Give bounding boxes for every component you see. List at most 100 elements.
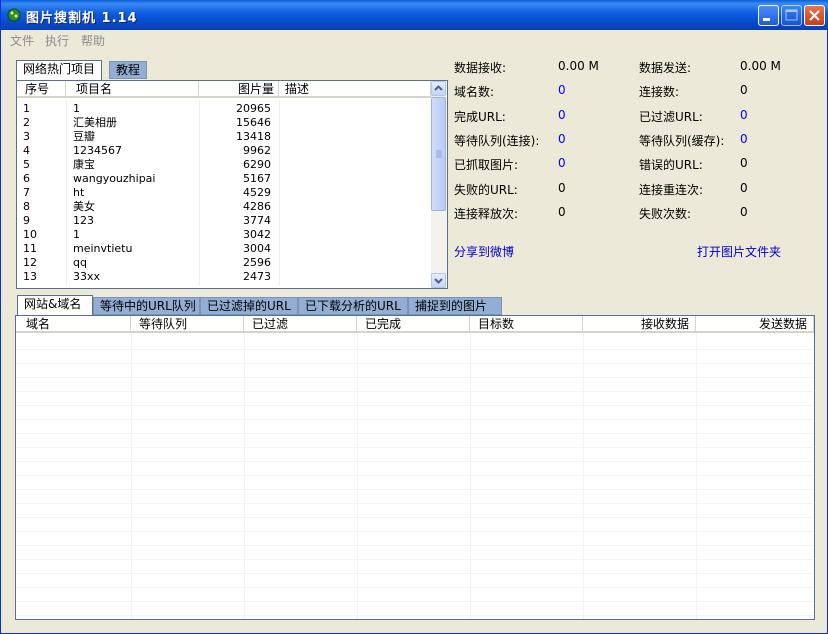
domains-table: 域名 等待队列 已过滤 已完成 目标数 接收数据 发送数据	[15, 315, 815, 620]
project-row[interactable]: 9 123 3774	[17, 214, 431, 228]
project-cell-desc	[285, 158, 425, 172]
project-row[interactable]: 4 1234567 9962	[17, 144, 431, 158]
list-column-divider	[66, 100, 67, 286]
tab-filtered-urls[interactable]: 已过滤掉的URL	[200, 297, 298, 315]
stat-value: 0	[740, 83, 748, 97]
grid-row-line	[16, 433, 814, 434]
tab-hot-projects[interactable]: 网络热门项目	[16, 60, 103, 80]
col-header-target[interactable]: 目标数	[470, 316, 583, 333]
col-header-sent[interactable]: 发送数据	[696, 316, 814, 333]
project-row[interactable]: 1 1 20965	[17, 102, 431, 116]
project-cell-id: 6	[23, 172, 30, 185]
stat-label: 等待队列(连接):	[454, 134, 540, 148]
project-row[interactable]: 3 豆瓣 13418	[17, 130, 431, 144]
grid-column-line	[470, 316, 471, 619]
project-cell-id: 11	[23, 242, 37, 255]
stat-label: 连接释放次:	[454, 207, 519, 221]
grid-row-line	[16, 461, 814, 462]
maximize-icon	[785, 9, 798, 21]
col-header-name[interactable]: 项目名	[66, 81, 199, 98]
menu-help[interactable]: 帮助	[81, 32, 105, 49]
grid-row-line	[16, 377, 814, 378]
project-row[interactable]: 10 1 3042	[17, 228, 431, 242]
project-cell-name: 1234567	[73, 144, 122, 157]
project-cell-name: 123	[73, 214, 94, 227]
project-cell-id: 12	[23, 256, 37, 269]
stat-label: 已过滤URL:	[639, 110, 703, 124]
project-row[interactable]: 7 ht 4529	[17, 186, 431, 200]
col-header-completed[interactable]: 已完成	[357, 316, 470, 333]
project-cell-name: 康宝	[73, 158, 95, 171]
projects-scrollbar[interactable]	[431, 81, 447, 288]
grid-row-line	[16, 503, 814, 504]
menu-execute[interactable]: 执行	[45, 32, 69, 49]
open-folder-link[interactable]: 打开图片文件夹	[697, 243, 781, 260]
project-row[interactable]: 11 meinvtietu 3004	[17, 242, 431, 256]
project-row[interactable]: 6 wangyouzhipai 5167	[17, 172, 431, 186]
project-cell-count: 3042	[243, 228, 271, 241]
col-header-domain[interactable]: 域名	[16, 316, 131, 333]
project-cell-desc	[285, 214, 425, 228]
tab-captured-images[interactable]: 捕捉到的图片	[408, 297, 502, 315]
col-header-count[interactable]: 图片量	[199, 81, 279, 98]
project-cell-desc	[285, 270, 425, 284]
project-row[interactable]: 2 汇美相册 15646	[17, 116, 431, 130]
project-cell-desc	[285, 130, 425, 144]
col-header-waiting[interactable]: 等待队列	[131, 316, 244, 333]
list-column-divider	[279, 100, 280, 286]
scroll-up-button[interactable]	[431, 81, 446, 96]
project-cell-count: 2473	[243, 270, 271, 283]
scroll-down-button[interactable]	[431, 273, 446, 288]
grid-column-line	[583, 316, 584, 619]
tab-downloaded-urls[interactable]: 已下载分析的URL	[298, 297, 408, 315]
col-header-filtered[interactable]: 已过滤	[244, 316, 357, 333]
project-cell-count: 3774	[243, 214, 271, 227]
list-column-divider	[199, 100, 200, 286]
close-icon	[809, 10, 820, 21]
project-row[interactable]: 5 康宝 6290	[17, 158, 431, 172]
project-row[interactable]: 8 美女 4286	[17, 200, 431, 214]
tab-tutorial[interactable]: 教程	[109, 61, 148, 79]
project-cell-name: 1	[73, 228, 80, 241]
stat-label: 失败的URL:	[454, 183, 518, 197]
menu-file[interactable]: 文件	[10, 32, 34, 49]
project-cell-desc	[285, 256, 425, 270]
project-cell-id: 5	[23, 158, 30, 171]
col-header-desc[interactable]: 描述	[279, 81, 431, 98]
grid-row-line	[16, 475, 814, 476]
project-row[interactable]: 12 qq 2596	[17, 256, 431, 270]
stat-value: 0	[558, 181, 566, 195]
grid-row-line	[16, 559, 814, 560]
project-cell-desc	[285, 186, 425, 200]
stat-value: 0	[558, 108, 566, 122]
stat-value: 0	[558, 83, 566, 97]
grid-row-line	[16, 615, 814, 616]
col-header-id[interactable]: 序号	[17, 81, 66, 98]
share-weibo-link[interactable]: 分享到微博	[454, 243, 514, 260]
project-cell-count: 4529	[243, 186, 271, 199]
window-title: 图片搜割机 1.14	[26, 11, 138, 26]
grid-row-line	[16, 391, 814, 392]
minimize-button[interactable]	[758, 5, 779, 26]
tab-waiting-url-queue[interactable]: 等待中的URL队列	[93, 297, 200, 315]
title-bar[interactable]: 图片搜割机 1.14	[1, 0, 828, 30]
project-cell-id: 8	[23, 200, 30, 213]
maximize-button[interactable]	[781, 5, 802, 26]
project-cell-id: 13	[23, 270, 37, 283]
project-cell-id: 7	[23, 186, 30, 199]
project-cell-count: 15646	[236, 116, 271, 129]
project-row[interactable]: 13 33xx 2473	[17, 270, 431, 284]
grid-column-line	[131, 316, 132, 619]
tab-sites-domains[interactable]: 网站&域名	[17, 295, 93, 315]
stat-label: 连接数:	[639, 85, 680, 99]
col-header-received[interactable]: 接收数据	[583, 316, 696, 333]
grid-row-line	[16, 601, 814, 602]
stat-value: 0	[558, 205, 566, 219]
project-cell-name: 美女	[73, 200, 95, 213]
stat-value: 0	[740, 156, 748, 170]
scroll-thumb[interactable]	[431, 97, 446, 211]
grid-row-line	[16, 489, 814, 490]
project-cell-id: 1	[23, 102, 30, 115]
close-button[interactable]	[804, 5, 825, 26]
main-window: 图片搜割机 1.14 文件 执行 帮助 网络热门项目 教程 序号 项目名 图片量…	[0, 0, 828, 634]
